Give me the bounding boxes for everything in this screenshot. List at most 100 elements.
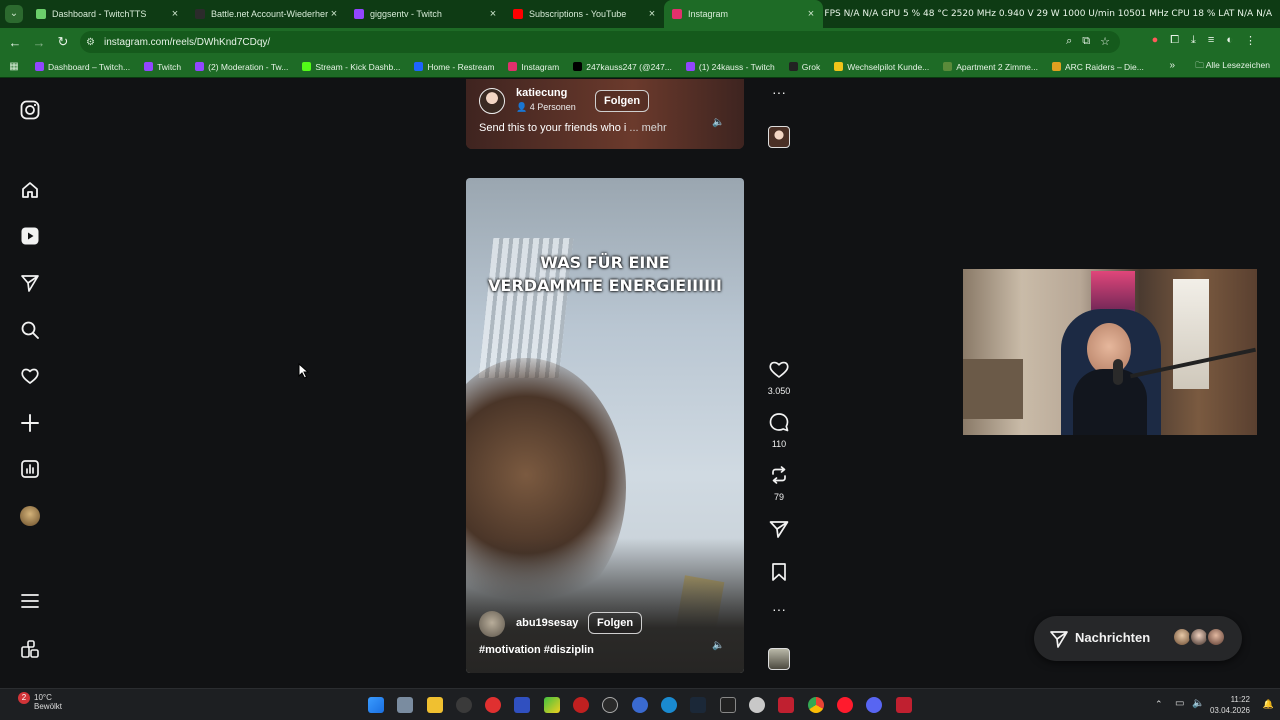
reels-icon[interactable] bbox=[18, 224, 42, 248]
notifications-heart-icon[interactable] bbox=[18, 364, 42, 388]
menu-kebab-icon[interactable]: ⋮ bbox=[1245, 34, 1256, 47]
reel-author-avatar[interactable] bbox=[479, 611, 505, 637]
forward-button[interactable]: → bbox=[27, 30, 51, 54]
messages-button[interactable]: Nachrichten bbox=[1034, 616, 1242, 661]
direct-messages-icon[interactable] bbox=[18, 271, 42, 295]
address-bar[interactable]: ⚙ instagram.com/reels/DWhKnd7CDqy/ ⌕ ⧉ ☆ bbox=[80, 31, 1120, 53]
app-gear-icon[interactable] bbox=[749, 697, 765, 713]
home-icon[interactable] bbox=[18, 178, 42, 202]
also-from-meta-icon[interactable] bbox=[18, 637, 42, 661]
tray-overflow-icon[interactable]: ⌃ bbox=[1155, 699, 1163, 710]
browser-tab[interactable]: Dashboard - TwitchTTS × bbox=[28, 0, 187, 28]
bookmark-item[interactable]: 247kauss247 (@247... bbox=[566, 62, 679, 72]
weather-badge: 2 bbox=[18, 692, 30, 704]
chrome-icon[interactable] bbox=[808, 697, 824, 713]
more-menu-icon[interactable] bbox=[18, 589, 42, 613]
like-button[interactable]: 3.050 bbox=[765, 359, 793, 396]
more-options-icon[interactable]: ··· bbox=[765, 601, 793, 619]
save-button[interactable] bbox=[765, 562, 793, 587]
notifications-icon[interactable]: 🔔 bbox=[1263, 699, 1274, 710]
close-tab-icon[interactable]: × bbox=[487, 8, 499, 20]
start-windows-icon[interactable] bbox=[368, 697, 384, 713]
previous-reel[interactable]: katiecung 👤 4 Personen Folgen Send this … bbox=[466, 79, 744, 149]
browser-tab[interactable]: giggsentv - Twitch × bbox=[346, 0, 505, 28]
steam-icon[interactable] bbox=[690, 697, 706, 713]
adblock-extension-icon[interactable]: ● bbox=[1152, 34, 1159, 47]
speaker-icon[interactable]: 🔈 bbox=[712, 117, 724, 128]
bookmark-item[interactable]: Twitch bbox=[137, 62, 188, 72]
caption-more-link[interactable]: ... mehr bbox=[629, 122, 666, 134]
close-tab-icon[interactable]: × bbox=[328, 8, 340, 20]
clock[interactable]: 11:22 03.04.2026 bbox=[1210, 694, 1250, 716]
close-tab-icon[interactable]: × bbox=[805, 8, 817, 20]
more-options-icon[interactable]: ··· bbox=[765, 84, 793, 102]
epic-games-icon[interactable] bbox=[720, 697, 736, 713]
tab-favicon-icon bbox=[513, 9, 523, 19]
app-red-circle-icon[interactable] bbox=[573, 697, 589, 713]
bookmark-item[interactable]: (2) Moderation - Tw... bbox=[188, 62, 295, 72]
create-plus-icon[interactable] bbox=[18, 411, 42, 435]
file-explorer-icon[interactable] bbox=[427, 697, 443, 713]
bookmark-item[interactable]: Wechselpilot Kunde... bbox=[827, 62, 936, 72]
apps-grid-icon[interactable]: ▦ bbox=[0, 61, 28, 72]
calculator-icon[interactable] bbox=[397, 697, 413, 713]
bookmark-item[interactable]: Stream - Kick Dashb... bbox=[295, 62, 407, 72]
reel-author-avatar[interactable] bbox=[479, 88, 505, 114]
follow-button[interactable]: Folgen bbox=[588, 612, 643, 634]
dashboard-insights-icon[interactable] bbox=[18, 457, 42, 481]
bookmark-item[interactable]: Instagram bbox=[501, 62, 566, 72]
instagram-logo-icon[interactable] bbox=[18, 98, 42, 122]
extensions-icon[interactable]: ⧠ bbox=[1170, 34, 1179, 47]
bookmark-item[interactable]: Dashboard – Twitch... bbox=[28, 62, 137, 72]
reel-author-name[interactable]: abu19sesay bbox=[516, 617, 578, 629]
opera-icon[interactable] bbox=[837, 697, 853, 713]
volume-icon[interactable]: 🔈 bbox=[1192, 698, 1204, 709]
bookmarks-overflow-button[interactable]: » bbox=[1169, 60, 1175, 71]
browser-tab[interactable]: Battle.net Account-Wiederherst × bbox=[187, 0, 346, 28]
network-icon[interactable]: ▭ bbox=[1175, 698, 1184, 709]
audio-thumbnail[interactable] bbox=[768, 648, 790, 670]
tab-search-button[interactable]: ⌄ bbox=[0, 0, 28, 28]
current-reel-video[interactable]: WAS FÜR EINE VERDAMMTE ENERGIEIIIIII abu… bbox=[466, 178, 744, 673]
app-v-icon[interactable] bbox=[514, 697, 530, 713]
zoom-icon[interactable]: ⌕ bbox=[1066, 35, 1072, 48]
discord-icon[interactable] bbox=[866, 697, 882, 713]
all-bookmarks-button[interactable]: 🗀 Alle Lesezeichen bbox=[1195, 60, 1270, 74]
app-stack-icon[interactable] bbox=[544, 697, 560, 713]
bookmark-star-icon[interactable]: ☆ bbox=[1100, 35, 1110, 48]
bookmark-item[interactable]: (1) 24kauss - Twitch bbox=[679, 62, 782, 72]
app-red-label-2-icon[interactable] bbox=[896, 697, 912, 713]
bookmark-item[interactable]: ARC Raiders – Die... bbox=[1045, 62, 1151, 72]
bookmark-item[interactable]: Grok bbox=[782, 62, 827, 72]
obs-icon[interactable] bbox=[602, 697, 618, 713]
site-info-icon[interactable]: ⚙ bbox=[86, 37, 104, 48]
reel-author-name[interactable]: katiecung bbox=[516, 87, 567, 99]
media-control-icon[interactable]: ≡ bbox=[1208, 34, 1214, 47]
browser-tab[interactable]: Instagram × bbox=[664, 0, 823, 28]
download-icon[interactable]: ⤓ bbox=[1191, 34, 1196, 47]
search-icon[interactable] bbox=[18, 318, 42, 342]
close-tab-icon[interactable]: × bbox=[646, 8, 658, 20]
app-blue-icon[interactable] bbox=[632, 697, 648, 713]
bookmark-item[interactable]: Apartment 2 Zimme... bbox=[936, 62, 1045, 72]
browser-tab[interactable]: Subscriptions - YouTube × bbox=[505, 0, 664, 28]
repost-button[interactable]: 79 bbox=[765, 465, 793, 502]
bookmark-item[interactable]: Home - Restream bbox=[407, 62, 501, 72]
weather-widget[interactable]: 10°C Bewölkt bbox=[34, 693, 62, 711]
audio-thumbnail[interactable] bbox=[768, 126, 790, 148]
profile-avatar-icon[interactable] bbox=[18, 504, 42, 528]
comment-button[interactable]: 110 bbox=[765, 412, 793, 449]
app-red-bolt-icon[interactable] bbox=[485, 697, 501, 713]
profile-avatar[interactable]: ◐ bbox=[1226, 34, 1233, 47]
back-button[interactable]: ← bbox=[3, 30, 27, 54]
follow-button[interactable]: Folgen bbox=[595, 90, 650, 112]
reel-hashtags[interactable]: #motivation #disziplin bbox=[479, 644, 594, 656]
battle-net-icon[interactable] bbox=[661, 697, 677, 713]
mouse-app-icon[interactable] bbox=[456, 697, 472, 713]
close-tab-icon[interactable]: × bbox=[169, 8, 181, 20]
install-app-icon[interactable]: ⧉ bbox=[1082, 35, 1090, 48]
speaker-icon[interactable]: 🔈 bbox=[712, 640, 724, 651]
share-button[interactable] bbox=[765, 519, 793, 544]
reload-button[interactable]: ↻ bbox=[51, 30, 75, 54]
app-red-label-icon[interactable] bbox=[778, 697, 794, 713]
